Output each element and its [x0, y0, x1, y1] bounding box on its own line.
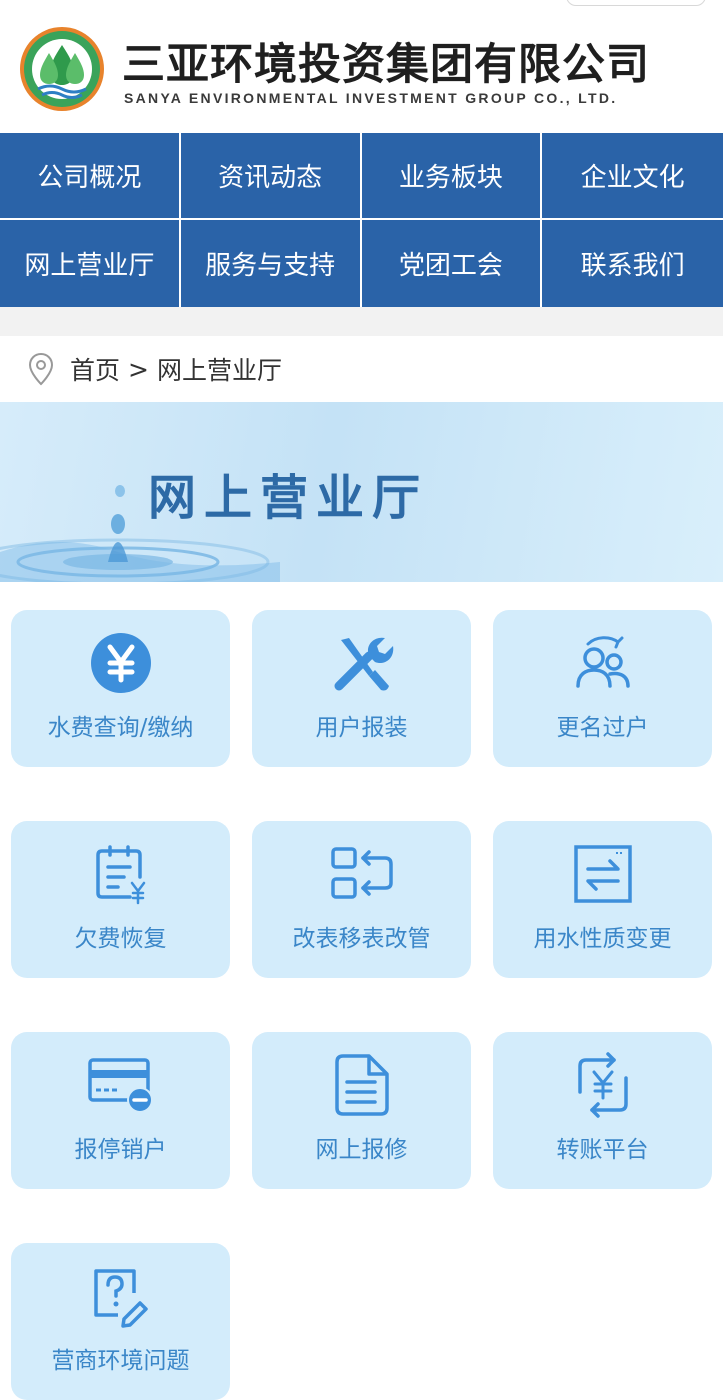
nav-item-culture[interactable]: 企业文化 [542, 133, 723, 220]
nav-item-party-union[interactable]: 党团工会 [362, 220, 543, 307]
nav-item-contact[interactable]: 联系我们 [542, 220, 723, 307]
nav-item-company-overview[interactable]: 公司概况 [0, 133, 181, 220]
main-nav: 公司概况 资讯动态 业务板块 企业文化 网上营业厅 服务与支持 党团工会 联系我… [0, 133, 723, 307]
question-edit-icon [93, 1269, 148, 1328]
nav-item-business[interactable]: 业务板块 [361, 133, 543, 220]
breadcrumb-current: 网上营业厅 [156, 356, 282, 385]
exchange-box-icon [573, 845, 632, 903]
service-label: 水费查询/缴纳 [47, 715, 194, 741]
nav-item-news[interactable]: 资讯动态 [180, 133, 362, 220]
nav-item-online-hall[interactable]: 网上营业厅 [0, 220, 181, 307]
service-label: 欠费恢复 [74, 926, 167, 952]
service-card-transfer-platform[interactable]: 转账平台 [493, 1032, 712, 1189]
service-card-water-type-change[interactable]: 用水性质变更 [493, 821, 712, 978]
service-label: 改表移表改管 [292, 926, 431, 952]
document-icon [334, 1054, 389, 1116]
yen-transfer-icon [577, 1052, 628, 1118]
nav-item-service-support[interactable]: 服务与支持 [181, 220, 362, 307]
breadcrumb-separator: > [128, 354, 149, 384]
breadcrumb: 首页 > 网上营业厅 [0, 336, 723, 402]
tools-icon [334, 637, 393, 691]
company-name-en: SANYA ENVIRONMENTAL INVESTMENT GROUP CO.… [124, 90, 618, 106]
service-label: 报停销户 [74, 1137, 167, 1163]
card-minus-icon [87, 1058, 153, 1113]
site-header: 三亚环境投资集团有限公司 SANYA ENVIRONMENTAL INVESTM… [0, 0, 723, 133]
service-label: 网上报修 [315, 1137, 408, 1163]
banner-title: 网上营业厅 [148, 470, 429, 526]
service-label: 营商环境问题 [51, 1348, 190, 1374]
bill-yen-icon [95, 845, 145, 905]
service-card-water-bill[interactable]: 水费查询/缴纳 [11, 610, 230, 767]
service-label: 用户报装 [315, 715, 408, 741]
service-card-business-env[interactable]: 营商环境问题 [11, 1243, 230, 1400]
users-transfer-icon [575, 636, 630, 688]
company-logo[interactable] [18, 25, 106, 113]
breadcrumb-home[interactable]: 首页 [70, 351, 120, 387]
service-card-suspend-cancel[interactable]: 报停销户 [11, 1032, 230, 1189]
top-search-pill[interactable] [566, 0, 706, 6]
section-divider [0, 307, 723, 336]
service-card-arrears-restore[interactable]: 欠费恢复 [11, 821, 230, 978]
swap-arrows-icon [330, 847, 393, 899]
service-label: 更名过户 [556, 715, 649, 741]
service-label: 转账平台 [556, 1137, 649, 1163]
service-card-online-repair[interactable]: 网上报修 [252, 1032, 471, 1189]
page-banner: 网上营业厅 [0, 402, 723, 582]
service-label: 用水性质变更 [533, 926, 672, 952]
location-pin-icon [28, 352, 54, 386]
service-card-name-transfer[interactable]: 更名过户 [493, 610, 712, 767]
service-card-meter-change[interactable]: 改表移表改管 [252, 821, 471, 978]
service-card-user-install[interactable]: 用户报装 [252, 610, 471, 767]
company-name-cn: 三亚环境投资集团有限公司 [122, 40, 650, 90]
yen-coin-icon [90, 633, 151, 693]
